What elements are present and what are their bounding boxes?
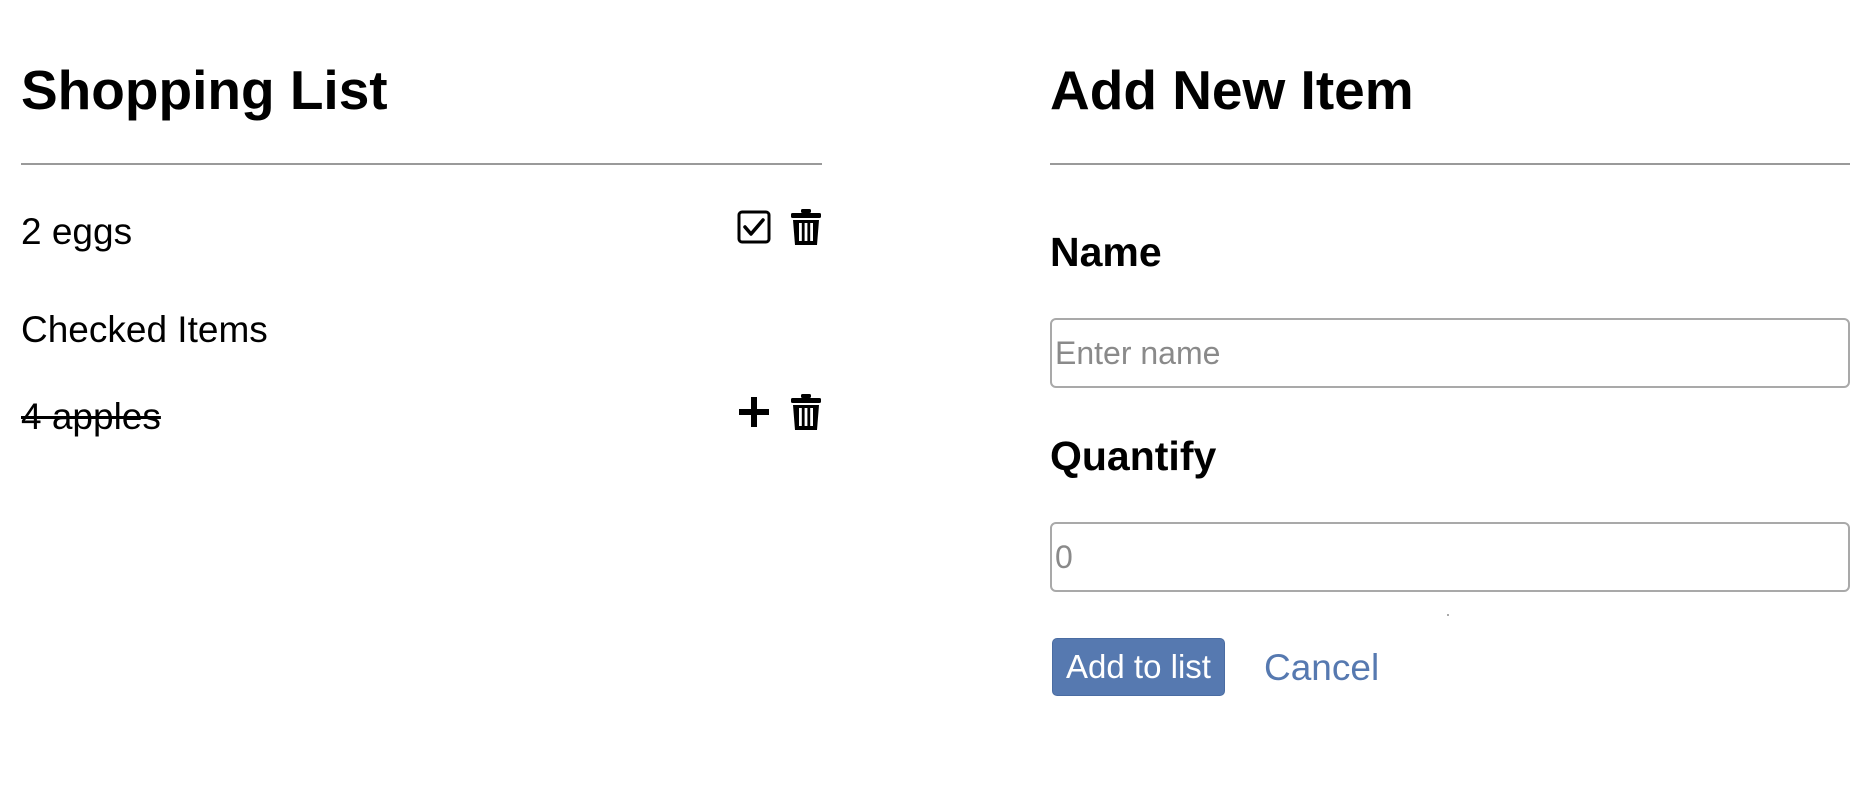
checked-items-heading: Checked Items: [21, 309, 268, 350]
divider: [1050, 163, 1850, 165]
name-input[interactable]: [1050, 318, 1850, 388]
quantity-label: Quantify: [1050, 433, 1217, 479]
add-to-list-button[interactable]: Add to list: [1052, 638, 1225, 696]
list-item: 2 eggs: [21, 205, 826, 255]
plus-icon[interactable]: [734, 390, 774, 434]
add-item-title: Add New Item: [1050, 59, 1414, 121]
divider: [21, 163, 822, 165]
trash-icon[interactable]: [786, 205, 826, 249]
trash-icon[interactable]: [786, 390, 826, 434]
checked-list-item: 4 apples: [21, 390, 826, 440]
divider: [1447, 614, 1449, 616]
name-label: Name: [1050, 229, 1162, 275]
cancel-button[interactable]: Cancel: [1264, 640, 1379, 696]
item-label: 2 eggs: [21, 211, 133, 252]
quantity-input[interactable]: [1050, 522, 1850, 592]
shopping-list-title: Shopping List: [21, 59, 388, 121]
check-icon[interactable]: [734, 205, 774, 249]
item-label: 4 apples: [21, 396, 161, 437]
